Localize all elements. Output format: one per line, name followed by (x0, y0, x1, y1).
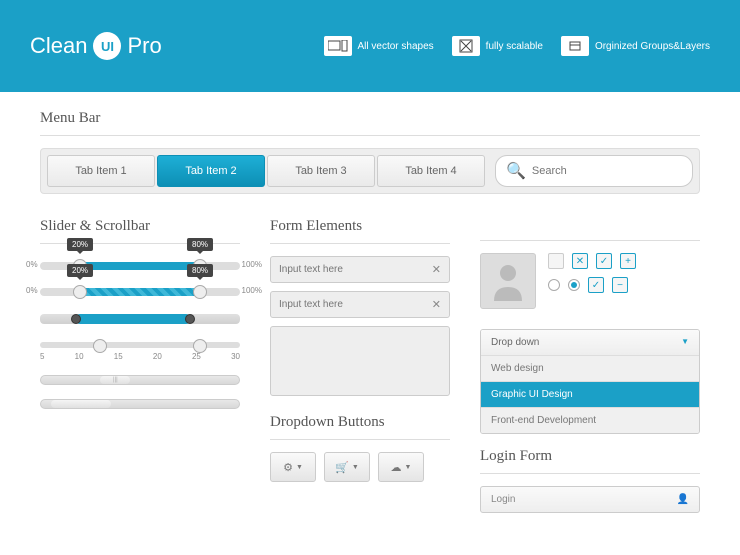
clear-icon[interactable]: ✕ (432, 263, 441, 276)
tick: 10 (75, 352, 84, 361)
feature-label: fully scalable (486, 41, 543, 52)
logo-text-post: Pro (127, 33, 161, 59)
slider-handle[interactable] (193, 285, 207, 299)
dropdown-head[interactable]: Drop down ▼ (481, 330, 699, 355)
tab-item-4[interactable]: Tab Item 4 (377, 155, 485, 187)
chevron-down-icon: ▼ (352, 464, 359, 471)
scale-icon (452, 36, 480, 56)
input-field[interactable] (279, 299, 432, 310)
checkbox-x[interactable]: ✕ (572, 253, 588, 269)
text-input-1[interactable]: ✕ (270, 256, 450, 283)
divider (480, 240, 700, 241)
devices-icon (324, 36, 352, 56)
scrollbar-thumb[interactable]: ||| (100, 376, 130, 384)
tick: 5 (40, 352, 44, 361)
avatar[interactable] (480, 253, 536, 309)
search-icon: 🔍 (506, 161, 526, 181)
search-input[interactable] (532, 165, 682, 177)
add-button[interactable]: + (620, 253, 636, 269)
cloud-icon: ☁ (391, 461, 402, 474)
tick: 15 (114, 352, 123, 361)
dropdown-item[interactable]: Web design (481, 355, 699, 381)
slider-tooltip: 80% (187, 238, 213, 251)
dropdown-item[interactable]: Front-end Development (481, 407, 699, 433)
textarea[interactable] (270, 326, 450, 396)
search-field[interactable]: 🔍 (495, 155, 693, 187)
remove-button[interactable]: − (612, 277, 628, 293)
dropdown[interactable]: Drop down ▼ Web design Graphic UI Design… (480, 329, 700, 434)
input-field[interactable] (279, 264, 432, 275)
login-input[interactable]: Login 👤 (480, 486, 700, 513)
feature-label: Orginized Groups&Layers (595, 41, 710, 52)
radio-off[interactable] (548, 279, 560, 291)
chevron-down-icon: ▼ (405, 464, 412, 471)
min-label: 0% (26, 286, 38, 295)
scrollbar-thumb[interactable] (51, 400, 111, 408)
slider-tooltip: 20% (67, 264, 93, 277)
slider-tooltip: 80% (187, 264, 213, 277)
slider-title: Slider & Scrollbar (40, 218, 240, 235)
slider-handle[interactable] (73, 285, 87, 299)
feature-label: All vector shapes (358, 41, 434, 52)
dropdown-item-selected[interactable]: Graphic UI Design (481, 381, 699, 407)
divider (40, 135, 700, 136)
chevron-down-icon: ▼ (681, 337, 689, 348)
range-slider-2[interactable]: 0% 100% 20% 80% (40, 288, 240, 296)
feature-list: All vector shapes fully scalable Orginiz… (324, 36, 710, 56)
checkbox-checked[interactable]: ✓ (596, 253, 612, 269)
settings-dropdown-button[interactable]: ⚙▼ (270, 452, 316, 482)
tick: 25 (192, 352, 201, 361)
user-icon: 👤 (677, 494, 689, 505)
cart-icon: 🛒 (335, 461, 349, 474)
logo-text-pre: Clean (30, 33, 87, 59)
chevron-down-icon: ▼ (296, 464, 303, 471)
feature-vector: All vector shapes (324, 36, 434, 56)
scrollbar-1[interactable]: ||| (40, 375, 240, 385)
feature-scalable: fully scalable (452, 36, 543, 56)
slider-handle[interactable] (71, 314, 81, 324)
login-placeholder: Login (491, 494, 515, 505)
max-label: 100% (242, 286, 262, 295)
form-title: Form Elements (270, 218, 450, 235)
slider-handle[interactable] (193, 339, 207, 353)
clear-icon[interactable]: ✕ (432, 298, 441, 311)
divider (270, 243, 450, 244)
slider-tooltip: 20% (67, 238, 93, 251)
dropdown-btns-title: Dropdown Buttons (270, 414, 450, 431)
feature-layers: Orginized Groups&Layers (561, 36, 710, 56)
tab-item-3[interactable]: Tab Item 3 (267, 155, 375, 187)
tick: 20 (153, 352, 162, 361)
checkbox-empty[interactable] (548, 253, 564, 269)
logo-badge: UI (93, 32, 121, 60)
header: Clean UI Pro All vector shapes fully sca… (0, 0, 740, 92)
scrollbar-2[interactable] (40, 399, 240, 409)
divider (480, 473, 700, 474)
menubar: Tab Item 1 Tab Item 2 Tab Item 3 Tab Ite… (40, 148, 700, 194)
cloud-dropdown-button[interactable]: ☁▼ (378, 452, 424, 482)
divider (270, 439, 450, 440)
tab-item-2[interactable]: Tab Item 2 (157, 155, 265, 187)
tick: 30 (231, 352, 240, 361)
max-label: 100% (242, 260, 262, 269)
slider-handle[interactable] (185, 314, 195, 324)
tab-item-1[interactable]: Tab Item 1 (47, 155, 155, 187)
min-label: 0% (26, 260, 38, 269)
text-input-2[interactable]: ✕ (270, 291, 450, 318)
dropdown-label: Drop down (491, 337, 539, 348)
tick-slider[interactable]: 5 10 15 20 25 30 (40, 342, 240, 361)
menubar-title: Menu Bar (40, 110, 700, 127)
slider-handle[interactable] (93, 339, 107, 353)
person-icon (490, 261, 526, 301)
login-title: Login Form (480, 448, 700, 465)
gear-icon: ⚙ (283, 461, 293, 474)
layers-icon (561, 36, 589, 56)
range-slider-3[interactable] (40, 314, 240, 324)
cart-dropdown-button[interactable]: 🛒▼ (324, 452, 370, 482)
logo: Clean UI Pro (30, 32, 162, 60)
checkbox-checked-2[interactable]: ✓ (588, 277, 604, 293)
radio-on[interactable] (568, 279, 580, 291)
